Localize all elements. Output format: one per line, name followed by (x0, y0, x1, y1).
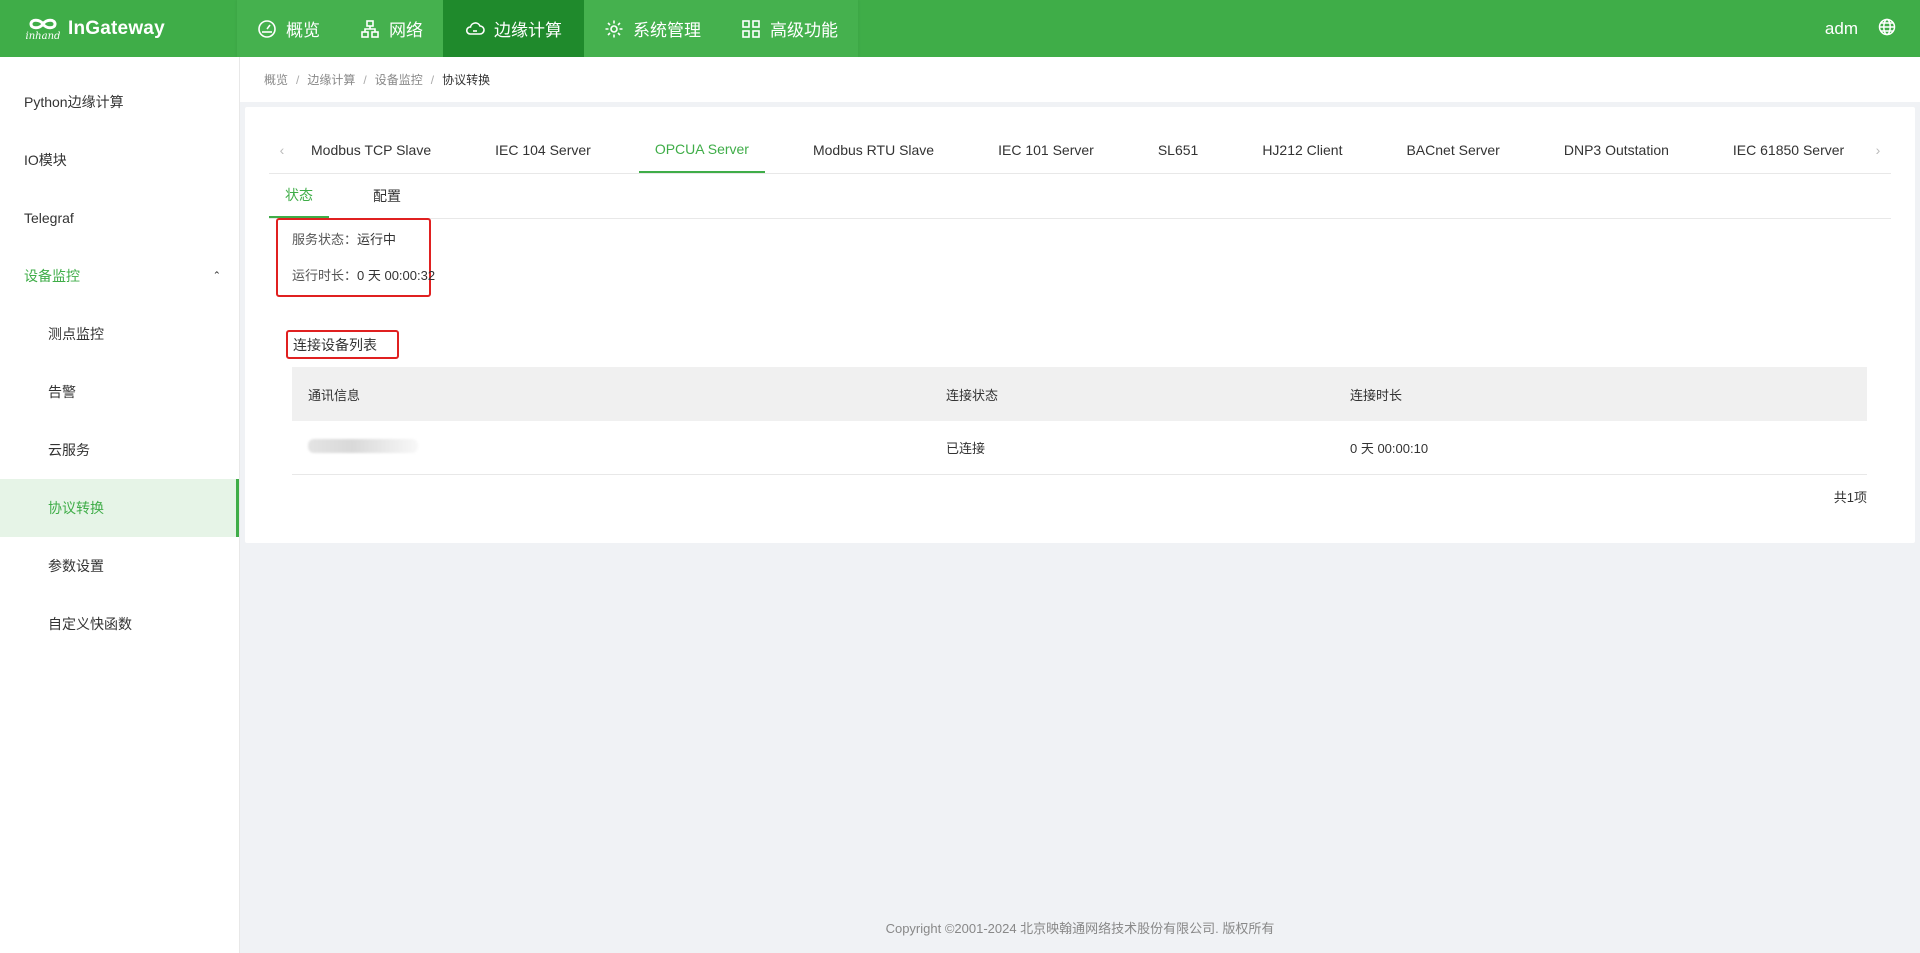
nav-item-advanced[interactable]: 高级功能 (721, 0, 858, 57)
sidebar-item-protocol-conversion[interactable]: 协议转换 (0, 479, 239, 537)
sidebar-item-label: Telegraf (24, 210, 74, 226)
column-header: 通讯信息 (308, 387, 361, 403)
sidebar-item-device-monitor[interactable]: 设备监控 ⌃ (0, 247, 239, 305)
sidebar-item-label: 测点监控 (48, 326, 104, 342)
redacted-value (308, 439, 418, 453)
sidebar-item-telegraf[interactable]: Telegraf (0, 189, 239, 247)
nav-item-edge-computing[interactable]: 边缘计算 (443, 0, 584, 57)
globe-icon[interactable] (1878, 18, 1896, 39)
tab-modbus-rtu-slave[interactable]: Modbus RTU Slave (797, 127, 950, 173)
top-navbar: inhand InGateway 概览 网络 边缘计算 系统管理 高级功能 ad… (0, 0, 1920, 57)
sidebar: Python边缘计算 IO模块 Telegraf 设备监控 ⌃ 测点监控 告警 云… (0, 57, 240, 953)
sidebar-item-label: 设备监控 (24, 268, 80, 284)
chevron-up-icon: ⌃ (212, 270, 221, 282)
uptime-value: 0 天 00:00:32 (357, 268, 436, 283)
nav-item-overview[interactable]: 概览 (237, 0, 340, 57)
nav-item-network[interactable]: 网络 (340, 0, 443, 57)
cloud-icon (465, 19, 485, 39)
sidebar-item-parameters[interactable]: 参数设置 (0, 537, 239, 595)
chevron-left-icon[interactable]: ‹ (269, 127, 295, 173)
top-right: adm (1825, 0, 1920, 57)
user-menu[interactable]: adm (1825, 19, 1858, 39)
chevron-right-icon[interactable]: › (1865, 127, 1891, 173)
nav-item-system[interactable]: 系统管理 (584, 0, 721, 57)
column-header: 连接时长 (1350, 387, 1403, 403)
sidebar-item-python[interactable]: Python边缘计算 (0, 73, 239, 131)
sidebar-item-label: 自定义快函数 (48, 616, 132, 632)
content-card: ‹ Modbus TCP Slave IEC 104 Server OPCUA … (245, 107, 1915, 543)
sidebar-item-label: IO模块 (24, 152, 67, 168)
nav-item-label: 系统管理 (633, 21, 701, 40)
table-cell-duration: 0 天 00:00:10 (1350, 441, 1429, 456)
tab-iec101-server[interactable]: IEC 101 Server (982, 127, 1110, 173)
sidebar-item-label: 云服务 (48, 442, 90, 458)
tab-config[interactable]: 配置 (357, 174, 417, 218)
breadcrumb-item[interactable]: 概览 (264, 71, 288, 88)
sidebar-item-label: 告警 (48, 384, 76, 400)
gear-icon (604, 19, 624, 39)
tab-iec61850-server[interactable]: IEC 61850 Server (1717, 127, 1860, 173)
breadcrumb-item[interactable]: 设备监控 (375, 71, 423, 88)
brand[interactable]: inhand InGateway (0, 0, 237, 57)
column-header: 连接状态 (946, 387, 999, 403)
service-status-value: 运行中 (357, 232, 397, 247)
sidebar-item-custom-functions[interactable]: 自定义快函数 (0, 595, 239, 653)
sidebar-item-alarm[interactable]: 告警 (0, 363, 239, 421)
sidebar-item-io[interactable]: IO模块 (0, 131, 239, 189)
footer-copyright: Copyright ©2001-2024 北京映翰通网络技术股份有限公司. 版权… (885, 921, 1275, 936)
breadcrumb-separator: / (296, 72, 300, 87)
sidebar-item-label: 参数设置 (48, 558, 104, 574)
breadcrumb-current: 协议转换 (442, 73, 491, 87)
device-table: 通讯信息 连接状态 连接时长 已连接 0 天 00:00:10 (292, 367, 1867, 475)
nav-item-label: 概览 (286, 21, 320, 40)
network-icon (360, 19, 380, 39)
main-nav: 概览 网络 边缘计算 系统管理 高级功能 (237, 0, 858, 57)
tab-dnp3-outstation[interactable]: DNP3 Outstation (1548, 127, 1685, 173)
protocol-tab-list: Modbus TCP Slave IEC 104 Server OPCUA Se… (295, 127, 1865, 173)
sidebar-item-point-monitor[interactable]: 测点监控 (0, 305, 239, 363)
dashboard-icon (257, 19, 277, 39)
brand-logo-icon: inhand (24, 11, 62, 47)
tab-opcua-server[interactable]: OPCUA Server (638, 127, 765, 173)
tab-modbus-tcp-slave[interactable]: Modbus TCP Slave (295, 127, 447, 173)
tab-status[interactable]: 状态 (269, 174, 329, 218)
table-cell-status: 已连接 (946, 441, 986, 456)
uptime-label: 运行时长： (292, 268, 358, 283)
brand-name: InGateway (68, 17, 165, 39)
device-list-title: 连接设备列表 (293, 337, 377, 353)
breadcrumb: 概览 / 边缘计算 / 设备监控 / 协议转换 (240, 57, 1920, 102)
nav-item-label: 网络 (389, 21, 423, 40)
breadcrumb-separator: / (430, 72, 435, 87)
grid-icon (741, 19, 761, 39)
brand-logo-sub: inhand (25, 30, 61, 42)
protocol-tabs: ‹ Modbus TCP Slave IEC 104 Server OPCUA … (269, 127, 1891, 174)
tab-sl651[interactable]: SL651 (1142, 127, 1214, 173)
table-total: 共1项 (1833, 490, 1867, 505)
tab-bacnet-server[interactable]: BACnet Server (1390, 127, 1515, 173)
sidebar-item-cloud-service[interactable]: 云服务 (0, 421, 239, 479)
tab-hj212-client[interactable]: HJ212 Client (1246, 127, 1358, 173)
table-cell-comm-info (292, 439, 946, 456)
nav-item-label: 高级功能 (770, 21, 838, 40)
service-status: 服务状态：运行中 (292, 229, 396, 248)
sidebar-item-label: 协议转换 (48, 500, 104, 516)
breadcrumb-item[interactable]: 边缘计算 (307, 71, 355, 88)
tab-iec104-server[interactable]: IEC 104 Server (479, 127, 607, 173)
sidebar-item-label: Python边缘计算 (24, 94, 124, 110)
nav-item-label: 边缘计算 (494, 21, 562, 40)
table-row: 已连接 0 天 00:00:10 (292, 421, 1867, 475)
subtabs: 状态 配置 (269, 174, 1891, 219)
table-header: 通讯信息 连接状态 连接时长 (292, 367, 1867, 421)
service-status-label: 服务状态： (292, 232, 358, 247)
uptime: 运行时长：0 天 00:00:32 (292, 265, 435, 284)
breadcrumb-separator: / (363, 72, 367, 87)
